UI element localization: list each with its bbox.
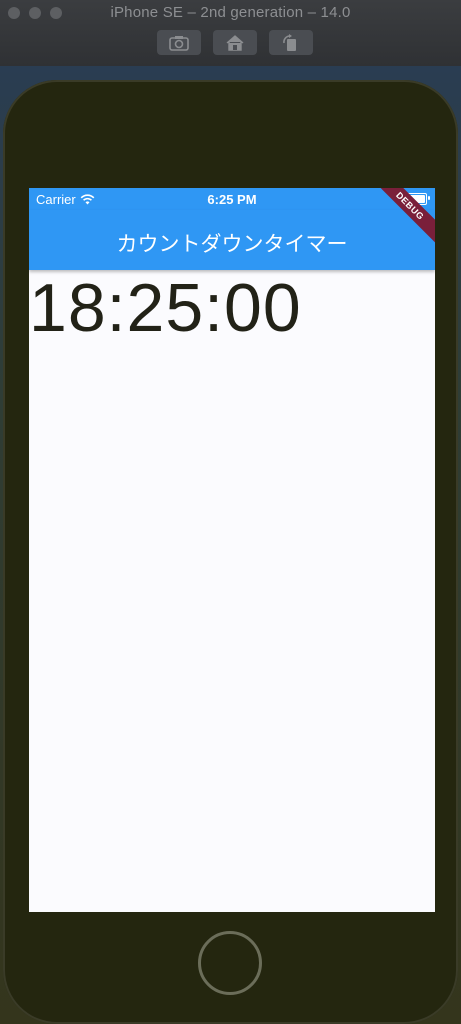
app-bar-title: カウントダウンタイマー <box>116 233 348 256</box>
countdown-timer-text: 18:25:00 <box>29 270 302 346</box>
rotate-button[interactable] <box>269 30 313 55</box>
screenshot-button[interactable] <box>157 30 201 55</box>
simulator-title-bar: iPhone SE – 2nd generation – 14.0 <box>0 0 461 67</box>
status-bar: Carrier 6:25 PM <box>29 188 435 210</box>
device-home-button[interactable] <box>198 931 262 995</box>
camera-icon <box>169 35 189 51</box>
rotate-icon <box>283 33 296 51</box>
battery-tip <box>428 196 430 200</box>
home-icon <box>226 34 244 51</box>
home-toolbar-button[interactable] <box>213 30 257 55</box>
status-time: 6:25 PM <box>207 192 257 207</box>
window-title: iPhone SE – 2nd generation – 14.0 <box>110 4 351 21</box>
app-screen: Carrier 6:25 PM カウントダウンタイマー DEBUG 18:25:… <box>29 188 435 912</box>
app-bar: カウントダウンタイマー <box>29 210 435 270</box>
simulator-window: iPhone SE – 2nd generation – 14.0 Carrie… <box>0 0 461 1024</box>
